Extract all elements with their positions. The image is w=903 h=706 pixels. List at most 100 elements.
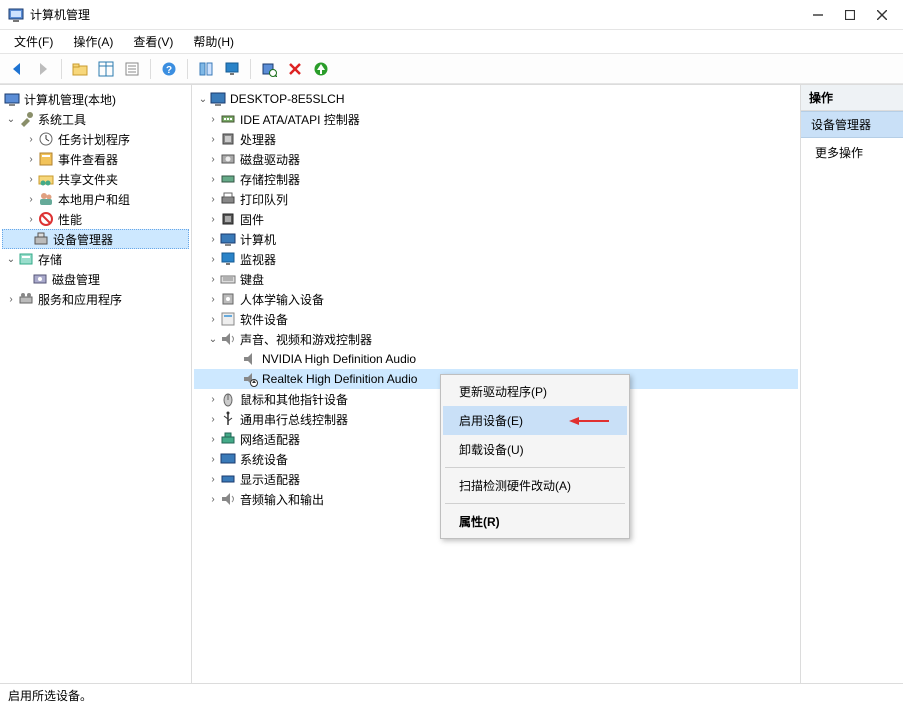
forward-button[interactable]	[32, 58, 54, 80]
chevron-down-icon[interactable]: ⌄	[196, 94, 210, 105]
more-actions[interactable]: 更多操作	[801, 138, 903, 167]
tree-label: 人体学输入设备	[240, 291, 324, 308]
device-software[interactable]: › 软件设备	[194, 309, 798, 329]
actions-selected[interactable]: 设备管理器	[801, 111, 903, 138]
menu-bar: 文件(F) 操作(A) 查看(V) 帮助(H)	[0, 30, 903, 54]
minimize-button[interactable]	[811, 8, 825, 22]
chevron-right-icon[interactable]: ›	[206, 294, 220, 305]
chevron-right-icon[interactable]: ›	[24, 214, 38, 225]
chevron-right-icon[interactable]: ›	[24, 134, 38, 145]
storage-controller-icon	[220, 171, 236, 187]
chevron-down-icon[interactable]: ⌄	[206, 334, 220, 345]
tree-device-manager[interactable]: 设备管理器	[2, 229, 189, 249]
ctx-properties[interactable]: 属性(R)	[443, 507, 627, 536]
tree-label: 计算机管理(本地)	[24, 91, 116, 108]
device-firmware[interactable]: › 固件	[194, 209, 798, 229]
device-cpu[interactable]: › 处理器	[194, 129, 798, 149]
firmware-icon	[220, 211, 236, 227]
tree-label: 固件	[240, 211, 264, 228]
menu-action[interactable]: 操作(A)	[65, 31, 121, 52]
tree-event-viewer[interactable]: › 事件查看器	[2, 149, 189, 169]
tree-disk-mgmt[interactable]: 磁盘管理	[2, 269, 189, 289]
menu-help[interactable]: 帮助(H)	[185, 31, 242, 52]
chevron-right-icon[interactable]: ›	[206, 134, 220, 145]
status-bar: 启用所选设备。	[0, 683, 903, 706]
chevron-right-icon[interactable]: ›	[206, 394, 220, 405]
arrow-left-icon	[569, 415, 609, 427]
actions-header: 操作	[801, 85, 903, 111]
device-storage-ctrl[interactable]: › 存储控制器	[194, 169, 798, 189]
chevron-right-icon[interactable]: ›	[4, 294, 18, 305]
toolbar-separator	[187, 59, 188, 79]
tree-shared-folders[interactable]: › 共享文件夹	[2, 169, 189, 189]
left-panel: 计算机管理(本地) ⌄ 系统工具 › 任务计划程序 › 事件查看器 › 共享文件…	[0, 85, 192, 683]
chevron-right-icon[interactable]: ›	[206, 314, 220, 325]
maximize-button[interactable]	[843, 8, 857, 22]
tree-storage[interactable]: ⌄ 存储	[2, 249, 189, 269]
chevron-right-icon[interactable]: ›	[206, 234, 220, 245]
chevron-right-icon[interactable]: ›	[206, 114, 220, 125]
network-icon	[220, 431, 236, 447]
device-hid[interactable]: › 人体学输入设备	[194, 289, 798, 309]
chevron-right-icon[interactable]: ›	[206, 414, 220, 425]
tree-services[interactable]: › 服务和应用程序	[2, 289, 189, 309]
device-sound[interactable]: ⌄ 声音、视频和游戏控制器	[194, 329, 798, 349]
device-print[interactable]: › 打印队列	[194, 189, 798, 209]
menu-file[interactable]: 文件(F)	[6, 31, 61, 52]
up-folder-icon[interactable]	[69, 58, 91, 80]
chevron-right-icon[interactable]: ›	[24, 154, 38, 165]
menu-view[interactable]: 查看(V)	[125, 31, 181, 52]
tree-label: 磁盘驱动器	[240, 151, 300, 168]
help-icon[interactable]: ?	[158, 58, 180, 80]
tree-label: 显示适配器	[240, 471, 300, 488]
chevron-right-icon[interactable]: ›	[206, 194, 220, 205]
chevron-right-icon[interactable]: ›	[24, 194, 38, 205]
monitor-icon[interactable]	[221, 58, 243, 80]
view-icon[interactable]	[195, 58, 217, 80]
close-button[interactable]	[875, 8, 889, 22]
toolbar: ?	[0, 54, 903, 84]
chevron-right-icon[interactable]: ›	[206, 434, 220, 445]
chevron-right-icon[interactable]: ›	[206, 254, 220, 265]
ctx-uninstall[interactable]: 卸载设备(U)	[443, 435, 627, 464]
device-disk[interactable]: › 磁盘驱动器	[194, 149, 798, 169]
chevron-down-icon[interactable]: ⌄	[4, 114, 18, 125]
tree-label: 声音、视频和游戏控制器	[240, 331, 372, 348]
chevron-right-icon[interactable]: ›	[206, 154, 220, 165]
tree-task-scheduler[interactable]: › 任务计划程序	[2, 129, 189, 149]
tree-root[interactable]: 计算机管理(本地)	[2, 89, 189, 109]
tree-system-tools[interactable]: ⌄ 系统工具	[2, 109, 189, 129]
users-icon	[38, 191, 54, 207]
chevron-right-icon[interactable]: ›	[206, 174, 220, 185]
back-button[interactable]	[6, 58, 28, 80]
chevron-right-icon[interactable]: ›	[206, 454, 220, 465]
chevron-right-icon[interactable]: ›	[206, 274, 220, 285]
scan-hardware-icon[interactable]	[258, 58, 280, 80]
device-nvidia-audio[interactable]: NVIDIA High Definition Audio	[194, 349, 798, 369]
chevron-right-icon[interactable]: ›	[206, 474, 220, 485]
svg-text:?: ?	[166, 65, 172, 76]
ctx-scan[interactable]: 扫描检测硬件改动(A)	[443, 471, 627, 500]
tree-label: 存储	[38, 251, 62, 268]
device-ide[interactable]: › IDE ATA/ATAPI 控制器	[194, 109, 798, 129]
tree-local-users[interactable]: › 本地用户和组	[2, 189, 189, 209]
device-computer[interactable]: ⌄ DESKTOP-8E5SLCH	[194, 89, 798, 109]
enable-icon[interactable]	[310, 58, 332, 80]
toolbar-separator	[250, 59, 251, 79]
device-computers[interactable]: › 计算机	[194, 229, 798, 249]
device-monitor[interactable]: › 监视器	[194, 249, 798, 269]
chevron-right-icon[interactable]: ›	[206, 494, 220, 505]
device-keyboard[interactable]: › 键盘	[194, 269, 798, 289]
wrench-icon	[18, 111, 34, 127]
chevron-down-icon[interactable]: ⌄	[4, 254, 18, 265]
disable-icon[interactable]	[284, 58, 306, 80]
tree-performance[interactable]: › 性能	[2, 209, 189, 229]
chevron-right-icon[interactable]: ›	[206, 214, 220, 225]
chevron-right-icon[interactable]: ›	[24, 174, 38, 185]
properties-icon[interactable]	[121, 58, 143, 80]
ctx-update-driver[interactable]: 更新驱动程序(P)	[443, 377, 627, 406]
window-title: 计算机管理	[30, 6, 811, 23]
show-console-icon[interactable]	[95, 58, 117, 80]
ctx-enable-device[interactable]: 启用设备(E)	[443, 406, 627, 435]
tree-label: 鼠标和其他指针设备	[240, 391, 348, 408]
